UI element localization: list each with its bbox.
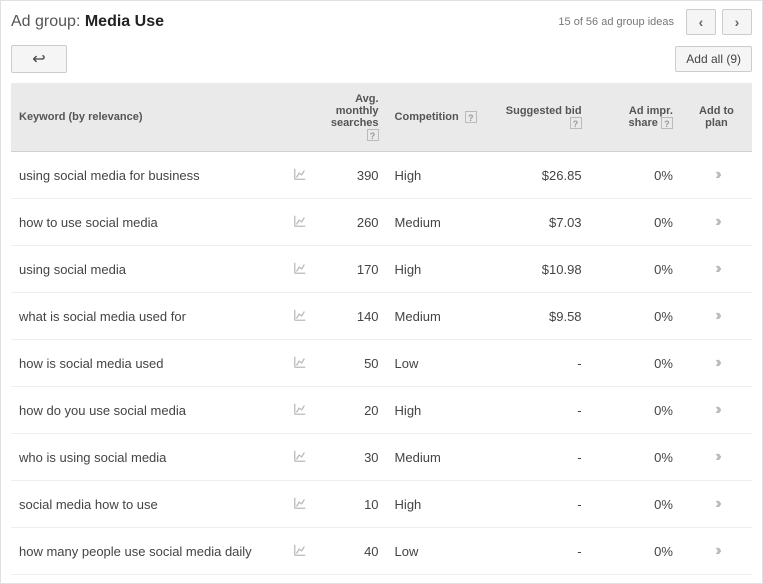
help-icon[interactable]: ? bbox=[367, 129, 379, 141]
keyword-cell: how to use social media bbox=[11, 199, 285, 246]
table-row: social media how to use 10High-0% ›› bbox=[11, 481, 752, 528]
add-to-plan-button[interactable]: ›› bbox=[715, 213, 718, 230]
chevron-left-icon: ‹ bbox=[699, 14, 704, 30]
chart-icon[interactable] bbox=[293, 449, 307, 463]
add-to-plan-button[interactable]: ›› bbox=[715, 260, 718, 277]
add-to-plan-button[interactable]: ›› bbox=[715, 166, 718, 183]
col-header-share[interactable]: Ad impr. share? bbox=[590, 83, 681, 152]
chart-icon[interactable] bbox=[293, 214, 307, 228]
add-all-button[interactable]: Add all (9) bbox=[675, 46, 752, 72]
chart-icon[interactable] bbox=[293, 402, 307, 416]
add-to-plan-button[interactable]: ›› bbox=[715, 495, 718, 512]
back-button[interactable]: ↩ bbox=[11, 45, 67, 73]
competition-cell: Low bbox=[387, 528, 489, 575]
keyword-cell: how many people use social media daily bbox=[11, 528, 285, 575]
add-to-plan-button[interactable]: ›› bbox=[715, 542, 718, 559]
keyword-cell: social media how to use bbox=[11, 481, 285, 528]
col-header-add: Add to plan bbox=[681, 83, 752, 152]
add-to-plan-button[interactable]: ›› bbox=[715, 307, 718, 324]
searches-cell: 40 bbox=[316, 528, 387, 575]
competition-cell: High bbox=[387, 246, 489, 293]
keyword-cell: who is using social media bbox=[11, 434, 285, 481]
col-header-searches[interactable]: Avg. monthly searches? bbox=[316, 83, 387, 152]
share-cell: 0% bbox=[590, 246, 681, 293]
share-cell: 0% bbox=[590, 340, 681, 387]
keyword-cell: how is social media used bbox=[11, 340, 285, 387]
competition-cell: High bbox=[387, 387, 489, 434]
table-row: how many people use social media daily 40… bbox=[11, 528, 752, 575]
share-cell: 0% bbox=[590, 387, 681, 434]
competition-cell: Medium bbox=[387, 434, 489, 481]
col-header-chart bbox=[285, 83, 315, 152]
share-cell: 0% bbox=[590, 481, 681, 528]
prev-button[interactable]: ‹ bbox=[686, 9, 716, 35]
chart-icon[interactable] bbox=[293, 496, 307, 510]
bid-cell: - bbox=[488, 528, 590, 575]
chevron-right-icon: › bbox=[735, 14, 740, 30]
competition-cell: High bbox=[387, 152, 489, 199]
help-icon[interactable]: ? bbox=[570, 117, 582, 129]
bid-cell: $10.98 bbox=[488, 246, 590, 293]
bid-cell: $7.03 bbox=[488, 199, 590, 246]
back-arrow-icon: ↩ bbox=[32, 49, 45, 69]
bid-cell: - bbox=[488, 387, 590, 434]
searches-cell: 50 bbox=[316, 340, 387, 387]
keyword-table: Keyword (by relevance) Avg. monthly sear… bbox=[11, 83, 752, 575]
help-icon[interactable]: ? bbox=[661, 117, 673, 129]
add-to-plan-button[interactable]: ›› bbox=[715, 448, 718, 465]
share-cell: 0% bbox=[590, 152, 681, 199]
next-button[interactable]: › bbox=[722, 9, 752, 35]
add-to-plan-button[interactable]: ›› bbox=[715, 401, 718, 418]
keyword-cell: what is social media used for bbox=[11, 293, 285, 340]
bid-cell: - bbox=[488, 481, 590, 528]
chart-icon[interactable] bbox=[293, 261, 307, 275]
keyword-cell: how do you use social media bbox=[11, 387, 285, 434]
competition-cell: High bbox=[387, 481, 489, 528]
col-header-bid[interactable]: Suggested bid ? bbox=[488, 83, 590, 152]
table-row: using social media 170High$10.980% ›› bbox=[11, 246, 752, 293]
table-row: using social media for business 390High$2… bbox=[11, 152, 752, 199]
table-row: what is social media used for 140Medium$9… bbox=[11, 293, 752, 340]
share-cell: 0% bbox=[590, 434, 681, 481]
keyword-cell: using social media bbox=[11, 246, 285, 293]
searches-cell: 390 bbox=[316, 152, 387, 199]
col-header-competition[interactable]: Competition ? bbox=[387, 83, 489, 152]
chart-icon[interactable] bbox=[293, 167, 307, 181]
share-cell: 0% bbox=[590, 199, 681, 246]
share-cell: 0% bbox=[590, 528, 681, 575]
searches-cell: 10 bbox=[316, 481, 387, 528]
chart-icon[interactable] bbox=[293, 308, 307, 322]
pager-counter: 15 of 56 ad group ideas bbox=[558, 16, 674, 28]
add-to-plan-button[interactable]: ›› bbox=[715, 354, 718, 371]
ad-group-name: Media Use bbox=[85, 13, 164, 30]
competition-cell: Medium bbox=[387, 293, 489, 340]
page-title: Ad group: Media Use bbox=[11, 13, 164, 31]
table-row: how do you use social media 20High-0% ›› bbox=[11, 387, 752, 434]
help-icon[interactable]: ? bbox=[465, 111, 477, 123]
keyword-cell: using social media for business bbox=[11, 152, 285, 199]
table-row: who is using social media 30Medium-0% ›› bbox=[11, 434, 752, 481]
searches-cell: 260 bbox=[316, 199, 387, 246]
competition-cell: Medium bbox=[387, 199, 489, 246]
share-cell: 0% bbox=[590, 293, 681, 340]
searches-cell: 140 bbox=[316, 293, 387, 340]
table-row: how to use social media 260Medium$7.030% ›… bbox=[11, 199, 752, 246]
competition-cell: Low bbox=[387, 340, 489, 387]
searches-cell: 20 bbox=[316, 387, 387, 434]
bid-cell: - bbox=[488, 340, 590, 387]
bid-cell: $9.58 bbox=[488, 293, 590, 340]
table-row: how is social media used 50Low-0% ›› bbox=[11, 340, 752, 387]
bid-cell: $26.85 bbox=[488, 152, 590, 199]
col-header-keyword[interactable]: Keyword (by relevance) bbox=[11, 83, 285, 152]
searches-cell: 170 bbox=[316, 246, 387, 293]
searches-cell: 30 bbox=[316, 434, 387, 481]
title-prefix: Ad group: bbox=[11, 13, 80, 30]
chart-icon[interactable] bbox=[293, 355, 307, 369]
bid-cell: - bbox=[488, 434, 590, 481]
chart-icon[interactable] bbox=[293, 543, 307, 557]
